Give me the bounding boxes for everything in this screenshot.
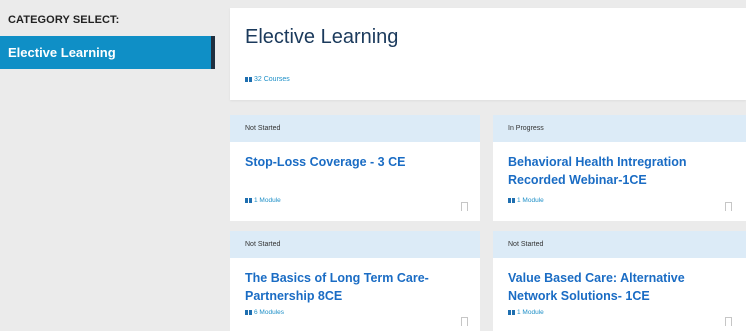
course-count-label: 32 Courses [254,76,290,83]
course-title-link[interactable]: The Basics of Long Term Care-Partnership… [245,269,466,305]
sidebar-item-elective-learning[interactable]: Elective Learning [0,36,215,69]
courses-grid-icon [245,77,252,82]
category-sidebar: CATEGORY SELECT: Elective Learning [0,0,215,331]
category-select-heading: CATEGORY SELECT: [8,14,120,26]
module-count: 1 Module [245,197,281,204]
course-title-link[interactable]: Value Based Care: Alternative Network So… [508,269,732,305]
course-card[interactable]: Not Started Stop-Loss Coverage - 3 CE 1 … [230,115,480,221]
module-count-label: 1 Module [517,197,544,204]
bookmark-icon[interactable] [725,317,732,329]
module-count: 1 Module [508,197,544,204]
bookmark-icon[interactable] [725,202,732,214]
module-count: 1 Module [508,309,544,316]
bookmark-icon[interactable] [461,317,468,329]
course-card[interactable]: In Progress Behavioral Health Intregrati… [493,115,746,221]
course-card[interactable]: Not Started The Basics of Long Term Care… [230,231,480,331]
category-header-card: Elective Learning 32 Courses [230,8,746,100]
course-status: Not Started [230,231,480,258]
course-count: 32 Courses [245,76,290,83]
module-count-label: 1 Module [254,197,281,204]
course-status: Not Started [493,231,746,258]
module-count-label: 1 Module [517,309,544,316]
course-title-link[interactable]: Behavioral Health Intregration Recorded … [508,153,732,189]
page-title: Elective Learning [245,26,399,48]
bookmark-icon[interactable] [461,202,468,214]
modules-grid-icon [508,198,515,203]
modules-grid-icon [245,310,252,315]
course-status: In Progress [493,115,746,142]
course-title-link[interactable]: Stop-Loss Coverage - 3 CE [245,153,466,171]
course-card[interactable]: Not Started Value Based Care: Alternativ… [493,231,746,331]
modules-grid-icon [245,198,252,203]
modules-grid-icon [508,310,515,315]
course-status: Not Started [230,115,480,142]
module-count-label: 6 Modules [254,309,284,316]
module-count: 6 Modules [245,309,284,316]
